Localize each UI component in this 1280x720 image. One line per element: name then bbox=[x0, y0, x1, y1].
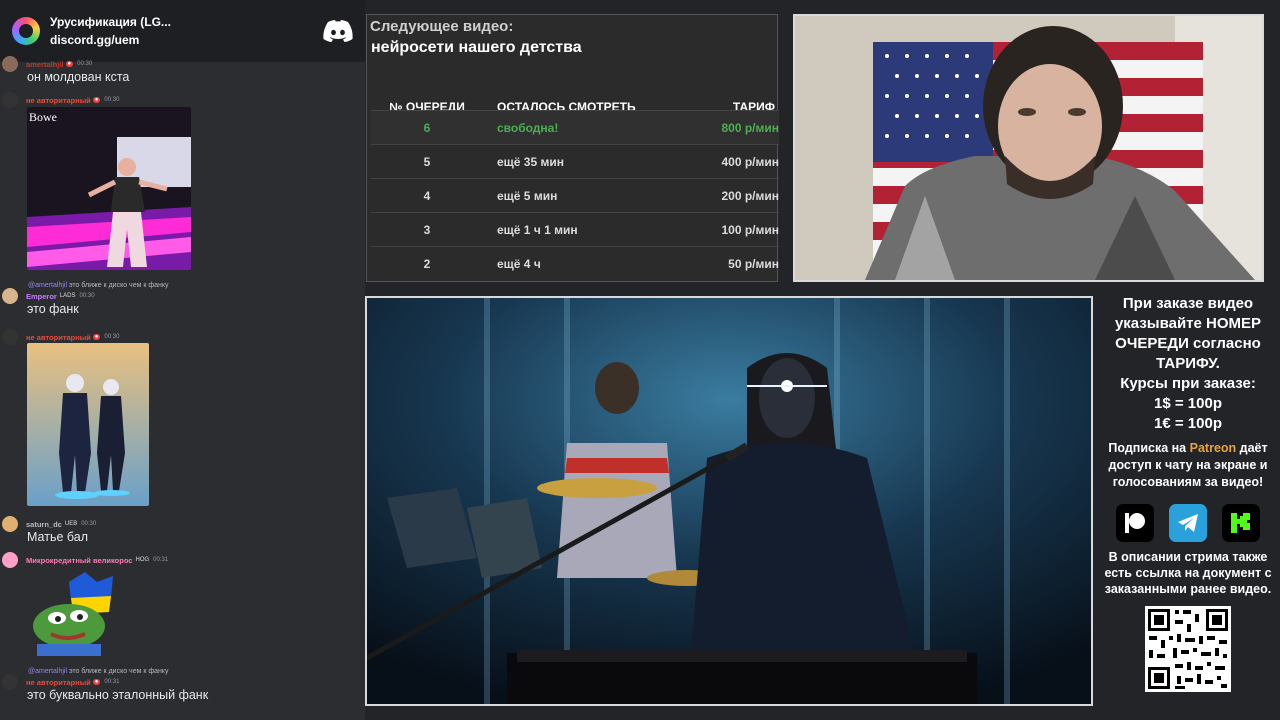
user-tag: HOG bbox=[135, 557, 150, 563]
next-video-title: нейросети нашего детства bbox=[371, 39, 582, 56]
chat-sticker-pepe[interactable] bbox=[27, 568, 122, 656]
role-badge: ● bbox=[92, 334, 101, 340]
queue-remaining: свободна! bbox=[497, 121, 559, 135]
username[interactable]: не авторитарный bbox=[26, 96, 91, 105]
patreon-icon[interactable] bbox=[1116, 504, 1154, 542]
role-badge: ● bbox=[92, 97, 101, 103]
user-tag: UEB bbox=[64, 521, 78, 527]
queue-row: 4 ещё 5 мин 200 р/мин bbox=[371, 178, 779, 212]
chat-message: @amertalhjil это ближе к диско чем к фан… bbox=[0, 282, 365, 316]
server-invite-link[interactable]: discord.gg/uem bbox=[50, 33, 323, 47]
video-queue-panel: Следующее видео: нейросети нашего детств… bbox=[366, 14, 779, 282]
qr-code-icon[interactable] bbox=[1145, 606, 1231, 692]
ordering-info-panel: При заказе видео указывайте НОМЕР ОЧЕРЕД… bbox=[1096, 292, 1280, 720]
kick-icon[interactable] bbox=[1222, 504, 1260, 542]
webcam-feed bbox=[793, 14, 1264, 282]
chat-image-characters[interactable] bbox=[27, 343, 149, 506]
image-caption: Bowe bbox=[29, 110, 57, 124]
queue-remaining: ещё 1 ч 1 мин bbox=[497, 223, 578, 237]
chat-message: @amertalhjil это ближе к диско чем к фан… bbox=[0, 668, 365, 702]
chat-message: не авторитарный ● 00:30 bbox=[0, 329, 365, 345]
queue-number: 5 bbox=[423, 155, 431, 169]
rate-eur: 1€ = 100р bbox=[1154, 415, 1222, 432]
subscription-info: Подписка на Patreon даёт доступ к чату н… bbox=[1108, 441, 1268, 489]
chat-message: не авторитарный ● 00:30 bbox=[0, 92, 365, 108]
avatar bbox=[2, 56, 18, 72]
avatar bbox=[2, 329, 18, 345]
queue-rate: 50 р/мин bbox=[728, 257, 779, 271]
queue-row: 6 свободна! 800 р/мин bbox=[371, 110, 779, 144]
telegram-icon[interactable] bbox=[1169, 504, 1207, 542]
chat-image-dance[interactable]: Bowe bbox=[27, 107, 191, 270]
message-text: Матье бал bbox=[27, 530, 89, 544]
username[interactable]: не авторитарный bbox=[26, 333, 91, 342]
timestamp: 00:31 bbox=[153, 557, 169, 563]
patreon-link[interactable]: Patreon bbox=[1190, 441, 1237, 455]
message-text: это фанк bbox=[27, 302, 79, 316]
rates-title: Курсы при заказе: bbox=[1120, 375, 1256, 392]
message-text: он молдован кста bbox=[27, 70, 130, 84]
timestamp: 00:30 bbox=[79, 293, 95, 299]
username[interactable]: amertalhjil bbox=[26, 60, 64, 69]
queue-remaining: ещё 5 мин bbox=[497, 189, 558, 203]
reply-preview[interactable]: @amertalhjil это ближе к диско чем к фан… bbox=[0, 668, 365, 675]
stream-overlay: Урусификация (LG... discord.gg/uem amert… bbox=[0, 0, 1280, 720]
queue-remaining: ещё 35 мин bbox=[497, 155, 564, 169]
avatar bbox=[2, 288, 18, 304]
queue-rate: 400 р/мин bbox=[721, 155, 779, 169]
rate-usd: 1$ = 100р bbox=[1154, 395, 1222, 412]
queue-number: 4 bbox=[423, 189, 431, 203]
queue-remaining: ещё 4 ч bbox=[497, 257, 541, 271]
avatar bbox=[2, 516, 18, 532]
username[interactable]: Emperor bbox=[26, 292, 57, 301]
reply-preview[interactable]: @amertalhjil это ближе к диско чем к фан… bbox=[0, 282, 365, 289]
user-tag: LADS bbox=[59, 293, 76, 299]
discord-chat-widget: Урусификация (LG... discord.gg/uem amert… bbox=[0, 0, 365, 720]
timestamp: 00:30 bbox=[77, 61, 93, 67]
order-instructions: При заказе видео указывайте НОМЕР ОЧЕРЕД… bbox=[1114, 295, 1262, 372]
avatar bbox=[2, 92, 18, 108]
queue-row: 5 ещё 35 мин 400 р/мин bbox=[371, 144, 779, 178]
queue-number: 3 bbox=[423, 223, 431, 237]
message-text: это буквально эталонный фанк bbox=[27, 688, 209, 702]
queue-rate: 200 р/мин bbox=[721, 189, 779, 203]
main-video-player[interactable] bbox=[365, 296, 1093, 706]
timestamp: 00:30 bbox=[104, 97, 120, 103]
role-badge: ● bbox=[92, 679, 101, 685]
social-links bbox=[1096, 504, 1280, 542]
timestamp: 00:30 bbox=[81, 521, 97, 527]
next-video-label: Следующее видео: bbox=[370, 18, 514, 35]
queue-rate: 800 р/мин bbox=[721, 121, 779, 135]
avatar bbox=[2, 552, 18, 568]
server-icon bbox=[12, 17, 40, 45]
chat-message: saturn_dc UEB 00:30 Матье бал bbox=[0, 516, 365, 544]
username[interactable]: не авторитарный bbox=[26, 678, 91, 687]
avatar bbox=[2, 674, 18, 690]
username[interactable]: Микрокредитный великорос bbox=[26, 556, 132, 565]
chat-message: amertalhjil ● 00:30 он молдован кста bbox=[0, 56, 365, 84]
queue-row: 2 ещё 4 ч 50 р/мин bbox=[371, 246, 779, 280]
queue-number: 6 bbox=[423, 121, 431, 135]
chat-message: Микрокредитный великорос HOG 00:31 bbox=[0, 552, 365, 568]
timestamp: 00:30 bbox=[104, 334, 120, 340]
role-badge: ● bbox=[65, 61, 74, 67]
discord-icon bbox=[323, 20, 353, 42]
queue-row: 3 ещё 1 ч 1 мин 100 р/мин bbox=[371, 212, 779, 246]
username[interactable]: saturn_dc bbox=[26, 520, 62, 529]
queue-rate: 100 р/мин bbox=[721, 223, 779, 237]
server-header[interactable]: Урусификация (LG... discord.gg/uem bbox=[0, 0, 365, 62]
server-name: Урусификация (LG... bbox=[50, 15, 171, 29]
queue-number: 2 bbox=[423, 257, 431, 271]
timestamp: 00:31 bbox=[104, 679, 120, 685]
description-note: В описании стрима также есть ссылка на д… bbox=[1104, 550, 1272, 596]
